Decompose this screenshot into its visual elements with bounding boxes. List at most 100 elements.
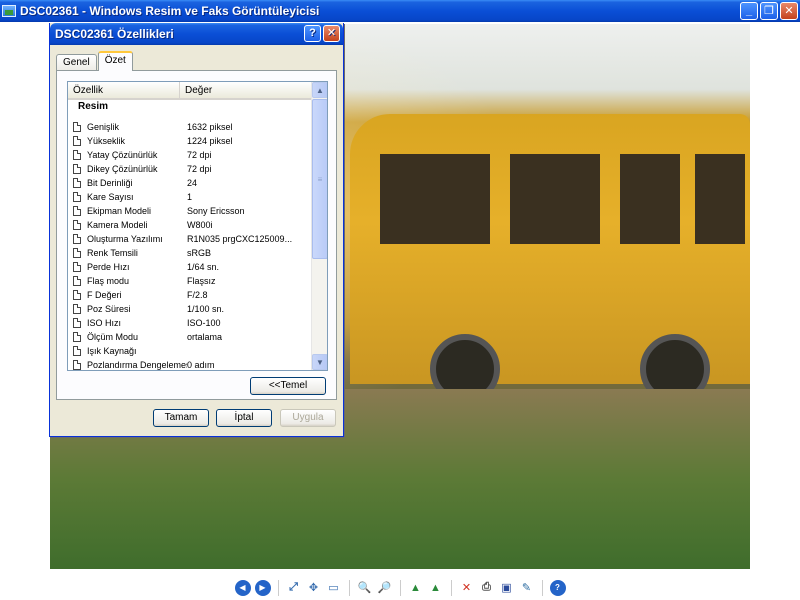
toolbar-separator <box>399 579 401 596</box>
ok-button[interactable]: Tamam <box>153 409 209 427</box>
print-icon[interactable]: ⎙ <box>479 580 495 596</box>
close-icon: ✕ <box>784 4 794 17</box>
property-name: Pozlandırma Dengelemesi <box>87 360 187 370</box>
table-row[interactable]: Pozlandırma Dengelemesi 0 adım <box>68 358 312 370</box>
list-scrollbar[interactable]: ▲ ≡ ▼ <box>311 82 327 370</box>
window-title: DSC02361 - Windows Resim ve Faks Görüntü… <box>20 4 320 18</box>
property-value: 0 adım <box>187 360 215 370</box>
properties-list[interactable]: Özellik Değer Resim Genişlik 1632 piksel Y… <box>67 81 328 371</box>
list-header: Özellik Değer <box>68 82 312 100</box>
window-title-bar[interactable]: DSC02361 - Windows Resim ve Faks Görüntü… <box>0 0 800 22</box>
picture-viewer-app-icon <box>2 5 16 17</box>
property-name: Flaş modu <box>87 276 130 286</box>
delete-icon[interactable]: ✕ <box>459 580 475 596</box>
tab-ozet[interactable]: Özet <box>97 51 133 71</box>
property-value: ortalama <box>187 332 223 342</box>
property-value: Sony Ericsson <box>187 206 245 216</box>
zoom-in-icon[interactable]: 🔍 <box>357 580 373 596</box>
document-icon <box>73 332 81 342</box>
document-icon <box>73 248 81 258</box>
property-name: Işık Kaynağı <box>87 346 137 356</box>
property-name: Ölçüm Modu <box>87 332 139 342</box>
document-icon <box>73 262 81 272</box>
property-value: W800i <box>187 220 213 230</box>
apply-button[interactable]: Uygula <box>280 409 336 427</box>
property-name: Ekipman Modeli <box>87 206 152 216</box>
table-row[interactable]: Bit Derinliği 24 <box>68 176 312 190</box>
property-value: R1N035 prgCXC125009... <box>187 234 293 244</box>
table-row[interactable]: Dikey Çözünürlük 72 dpi <box>68 162 312 176</box>
table-row[interactable]: Genişlik 1632 piksel <box>68 120 312 134</box>
scroll-up-button[interactable]: ▲ <box>312 82 327 98</box>
toolbar-separator <box>277 579 279 596</box>
column-header-value[interactable]: Değer <box>180 82 312 98</box>
table-row[interactable]: F Değeri F/2.8 <box>68 288 312 302</box>
minimize-icon: _ <box>745 4 753 17</box>
toolbar-separator <box>450 579 452 596</box>
property-name: F Değeri <box>87 290 122 300</box>
tab-genel[interactable]: Genel <box>56 54 97 71</box>
save-icon[interactable]: ▣ <box>499 580 515 596</box>
column-header-property[interactable]: Özellik <box>68 82 180 98</box>
table-row[interactable]: Renk Temsili sRGB <box>68 246 312 260</box>
next-image-icon[interactable]: ▶ <box>254 579 271 596</box>
property-value: F/2.8 <box>187 290 208 300</box>
restore-button[interactable]: ❐ <box>760 2 778 20</box>
rotate-clockwise-icon[interactable]: ▲ <box>408 580 424 596</box>
document-icon <box>73 178 81 188</box>
table-row[interactable]: Yükseklik 1224 piksel <box>68 134 312 148</box>
table-row[interactable]: Kamera Modeli W800i <box>68 218 312 232</box>
chevron-down-icon: ▼ <box>316 357 324 367</box>
property-name: Perde Hızı <box>87 262 130 272</box>
close-button[interactable]: ✕ <box>780 2 798 20</box>
basic-button[interactable]: <<Temel <box>250 377 326 395</box>
table-row[interactable]: ISO Hızı ISO-100 <box>68 316 312 330</box>
table-row[interactable]: Kare Sayısı 1 <box>68 190 312 204</box>
property-name: Yükseklik <box>87 136 126 146</box>
dialog-close-button[interactable]: ✕ <box>323 25 340 42</box>
property-value: Flaşsız <box>187 276 216 286</box>
property-value: 72 dpi <box>187 164 212 174</box>
property-name: Oluşturma Yazılımı <box>87 234 163 244</box>
document-icon <box>73 304 81 314</box>
zoom-out-icon[interactable]: 🔎 <box>377 580 393 596</box>
previous-image-icon[interactable]: ◀ <box>234 579 251 596</box>
property-value: 24 <box>187 178 198 188</box>
window-controls: _ ❐ ✕ <box>740 2 798 20</box>
table-row[interactable]: Ekipman Modeli Sony Ericsson <box>68 204 312 218</box>
property-value: 1632 piksel <box>187 122 233 132</box>
property-name: Kare Sayısı <box>87 192 134 202</box>
property-value: 1224 piksel <box>187 136 233 146</box>
property-name: Kamera Modeli <box>87 220 148 230</box>
scroll-thumb[interactable]: ≡ <box>312 99 327 259</box>
dialog-title-bar[interactable]: DSC02361 Özellikleri ? ✕ <box>50 23 343 45</box>
scroll-down-button[interactable]: ▼ <box>312 354 327 370</box>
table-row[interactable]: Perde Hızı 1/64 sn. <box>68 260 312 274</box>
edit-icon[interactable]: ✎ <box>519 580 535 596</box>
document-icon <box>73 220 81 230</box>
properties-dialog: DSC02361 Özellikleri ? ✕ Genel Özet Özel… <box>49 23 344 437</box>
document-icon <box>73 122 81 132</box>
table-row[interactable]: Poz Süresi 1/100 sn. <box>68 302 312 316</box>
actual-size-icon[interactable]: ✥ <box>306 580 322 596</box>
property-name: ISO Hızı <box>87 318 122 328</box>
property-name: Dikey Çözünürlük <box>87 164 158 174</box>
property-name: Bit Derinliği <box>87 178 133 188</box>
document-icon <box>73 360 81 370</box>
minimize-button[interactable]: _ <box>740 2 758 20</box>
table-row[interactable]: Ölçüm Modu ortalama <box>68 330 312 344</box>
table-row[interactable]: Flaş modu Flaşsız <box>68 274 312 288</box>
table-row[interactable]: Yatay Çözünürlük 72 dpi <box>68 148 312 162</box>
group-header: Resim <box>78 101 109 112</box>
table-row[interactable]: Işık Kaynağı <box>68 344 312 358</box>
slideshow-icon[interactable]: ▭ <box>326 580 342 596</box>
help-icon[interactable]: ? <box>549 579 566 596</box>
table-row[interactable]: Oluşturma Yazılımı R1N035 prgCXC125009... <box>68 232 312 246</box>
dialog-help-button[interactable]: ? <box>304 25 321 42</box>
dialog-title: DSC02361 Özellikleri <box>55 27 174 41</box>
rotate-counterclockwise-icon[interactable]: ▲ <box>428 580 444 596</box>
cancel-button[interactable]: İptal <box>216 409 272 427</box>
document-icon <box>73 150 81 160</box>
best-fit-icon[interactable]: ⤢ <box>286 580 302 596</box>
document-icon <box>73 164 81 174</box>
